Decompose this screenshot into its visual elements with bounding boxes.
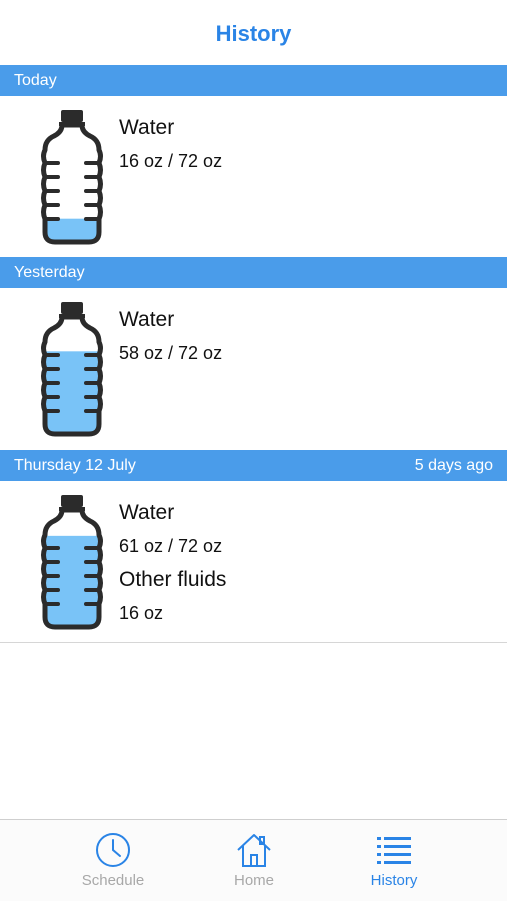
tab-schedule[interactable]: Schedule (58, 820, 168, 900)
section-header-title: Today (14, 71, 57, 89)
tab-home[interactable]: Home (199, 820, 309, 900)
list-end-divider (0, 642, 507, 643)
navigation-bar: History (0, 0, 507, 66)
history-row-today[interactable]: Water 16 oz / 72 oz (0, 96, 507, 257)
bottle-cap (61, 495, 83, 507)
entry-label: Water (119, 116, 175, 139)
section-header-title: Yesterday (14, 263, 85, 281)
water-level-fill (43, 351, 101, 434)
section-header-title: Thursday 12 July (14, 456, 136, 474)
section-header-relative-date: 5 days ago (414, 456, 493, 474)
entry-amount: 58 oz / 72 oz (119, 343, 223, 363)
history-row-yesterday[interactable]: Water 58 oz / 72 oz (0, 288, 507, 450)
entry-label: Other fluids (119, 568, 227, 591)
entry-label: Water (119, 308, 175, 331)
tab-label: History (370, 872, 418, 889)
water-bottle-icon (41, 110, 103, 245)
tab-label: Schedule (81, 872, 145, 889)
section-header-thursday-12-july: Thursday 12 July 5 days ago (0, 450, 507, 481)
entry-amount: 16 oz (119, 603, 164, 623)
home-icon (237, 834, 271, 867)
history-row-thursday-12-july[interactable]: Water 61 oz / 72 oz Other fluids 16 oz (0, 481, 507, 642)
tab-bar: Schedule Home History (0, 819, 507, 901)
tab-label: Home (233, 872, 274, 889)
bottle-cap (61, 110, 83, 122)
clock-icon (96, 833, 130, 867)
page-title: History (215, 21, 292, 46)
entry-amount: 61 oz / 72 oz (119, 536, 223, 556)
tab-history[interactable]: History (339, 820, 449, 900)
list-icon (377, 837, 411, 864)
section-header-yesterday: Yesterday (0, 257, 507, 288)
entry-amount: 16 oz / 72 oz (119, 151, 223, 171)
water-bottle-icon (41, 495, 103, 630)
bottle-cap (61, 302, 83, 314)
section-header-today: Today (0, 65, 507, 96)
entry-label: Water (119, 501, 175, 524)
water-bottle-icon (41, 302, 103, 437)
